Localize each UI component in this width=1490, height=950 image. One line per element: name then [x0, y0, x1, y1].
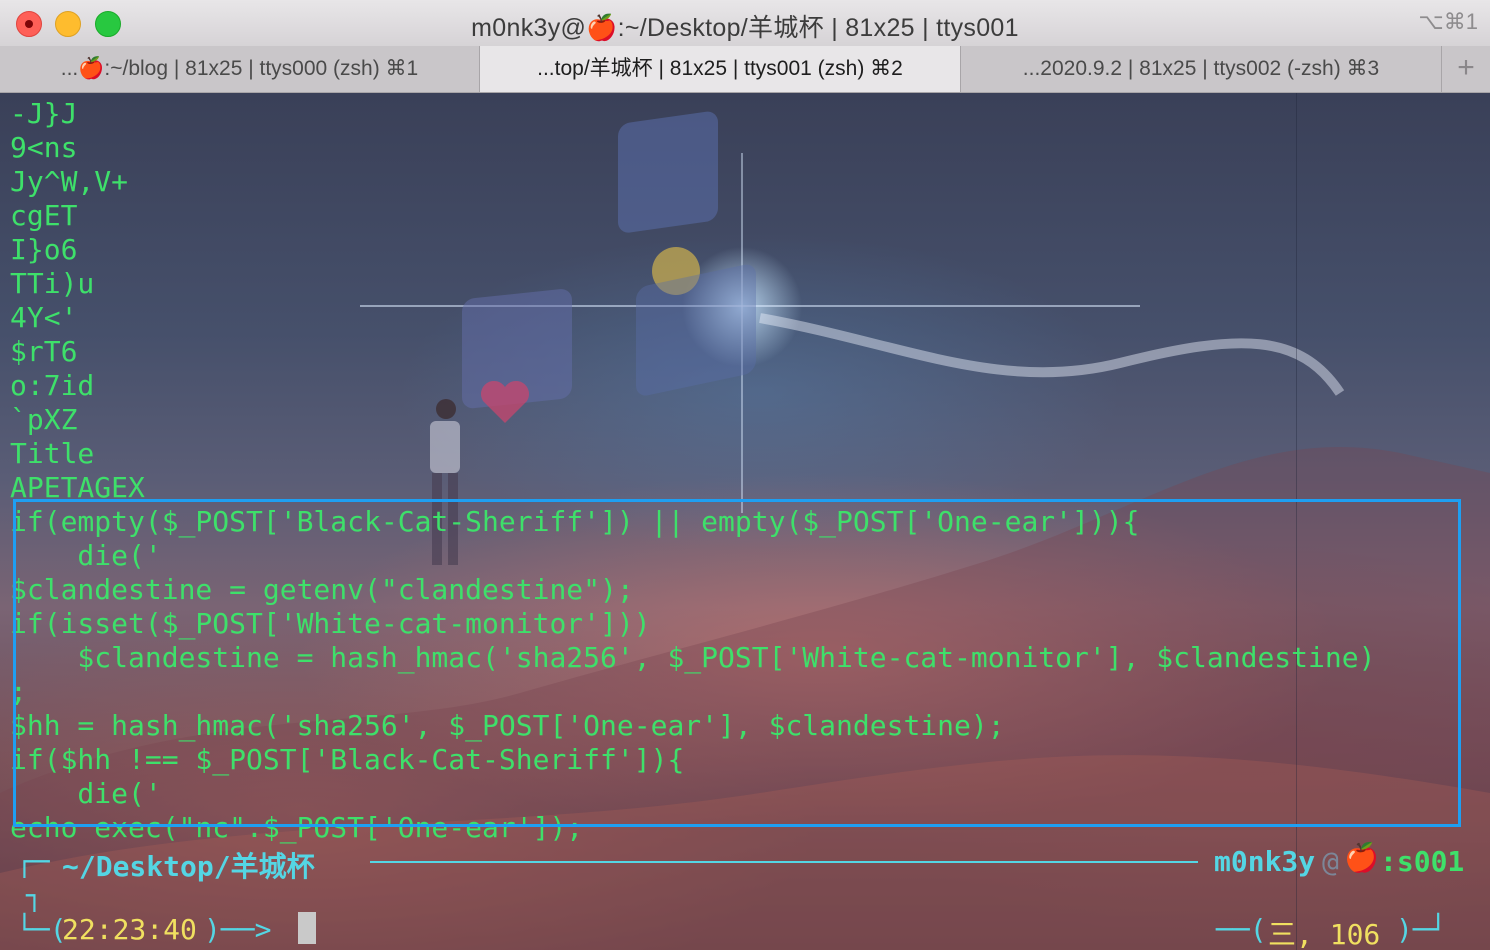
text-cursor: [298, 912, 316, 944]
output-line: I}o6: [10, 233, 78, 266]
prompt-at: @: [1322, 845, 1339, 878]
rprompt-close: )─┘: [1396, 913, 1447, 946]
rprompt-text: 三, 106: [1268, 918, 1381, 950]
prompt-corner-top: ┌─: [16, 845, 50, 878]
prompt-rule: [370, 861, 1198, 863]
terminal-pane[interactable]: -J}J 9<ns Jy^W,V+ cgET I}o6 TTi)u 4Y<' $rT6 o:7i…: [0, 93, 1490, 950]
code-highlight-box: [13, 499, 1461, 827]
output-line: 9<ns: [10, 131, 78, 164]
output-line: cgET: [10, 199, 78, 232]
prompt-corner-bottom: └─(: [16, 913, 67, 946]
output-line: TTi)u: [10, 267, 95, 300]
add-tab-button[interactable]: +: [1442, 46, 1490, 92]
window-title: m0nk3y@🍎:~/Desktop/羊城杯 | 81x25 | ttys001: [471, 14, 1019, 42]
tab-ttys002[interactable]: ...2020.9.2 | 81x25 | ttys002 (-zsh) ⌘3: [961, 46, 1442, 92]
prompt-time: 22:23:40: [62, 913, 197, 946]
output-line: o:7id: [10, 369, 95, 402]
prompt-arrow: )──>: [204, 913, 272, 946]
rprompt-open: ──(: [1216, 913, 1267, 946]
output-line: 4Y<': [10, 301, 78, 334]
title-bar: m0nk3y@🍎:~/Desktop/羊城杯 | 81x25 | ttys001…: [0, 0, 1490, 47]
output-line: `pXZ: [10, 403, 78, 436]
output-line: Title: [10, 437, 95, 470]
prompt-user: m0nk3y: [1214, 845, 1316, 878]
prompt-corner-mid: ┐: [26, 879, 43, 912]
prompt-host: :s001: [1380, 845, 1465, 878]
tab-ttys001[interactable]: ...top/羊城杯 | 81x25 | ttys001 (zsh) ⌘2: [480, 46, 961, 92]
output-line: -J}J: [10, 97, 78, 130]
output-line: $rT6: [10, 335, 78, 368]
tab-ttys000[interactable]: ...🍎:~/blog | 81x25 | ttys000 (zsh) ⌘1: [0, 46, 480, 92]
window-shortcut: ⌥⌘1: [1418, 9, 1478, 34]
prompt-path: ~/Desktop/羊城杯: [62, 850, 315, 883]
apple-icon: 🍎: [1344, 841, 1379, 874]
output-line: Jy^W,V+: [10, 165, 129, 198]
tab-bar: ...🍎:~/blog | 81x25 | ttys000 (zsh) ⌘1 .…: [0, 46, 1490, 93]
